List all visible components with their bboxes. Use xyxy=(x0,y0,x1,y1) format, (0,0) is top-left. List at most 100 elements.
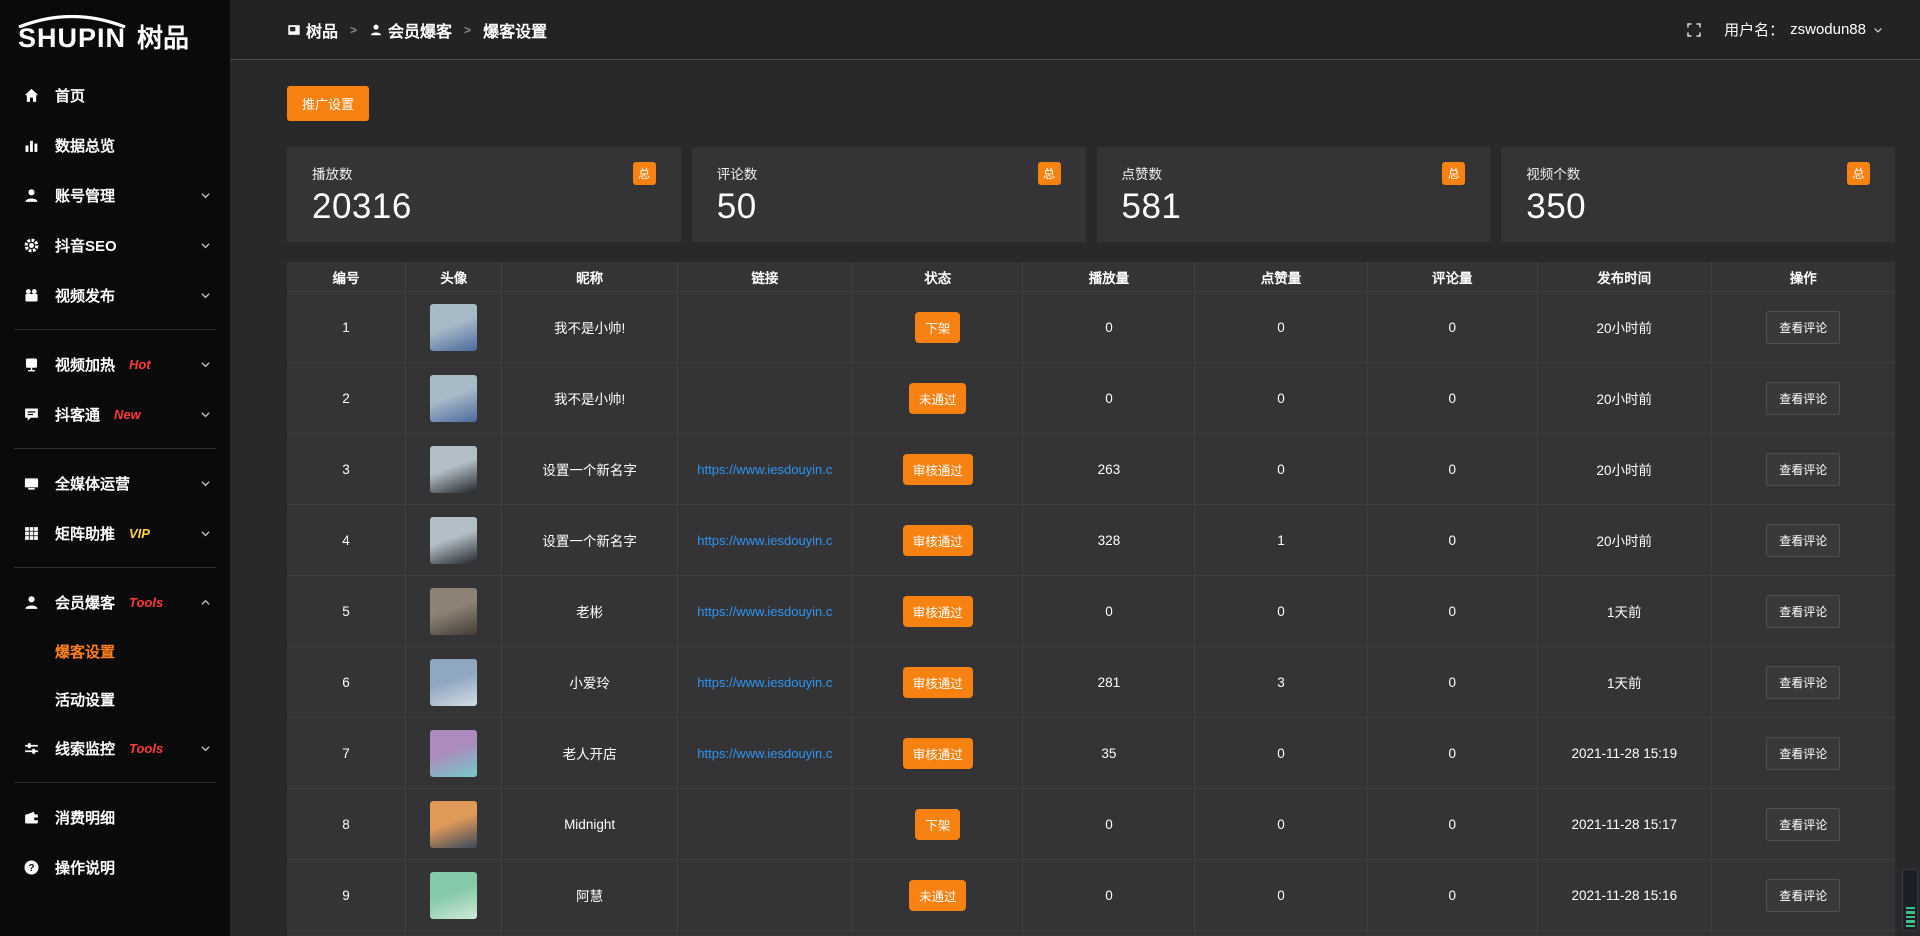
avatar xyxy=(430,304,477,351)
user-menu[interactable]: 用户名： zswodun88 xyxy=(1724,19,1884,40)
view-comments-button[interactable]: 查看评论 xyxy=(1766,879,1840,912)
view-comments-button[interactable]: 查看评论 xyxy=(1766,453,1840,486)
sidebar-item-label: 操作说明 xyxy=(55,857,115,878)
table-row: 8Midnight下架0002021-11-28 15:17查看评论 xyxy=(287,789,1895,860)
video-link[interactable]: https://www.iesdouyin.c xyxy=(697,675,832,690)
comment-count: 0 xyxy=(1368,576,1538,646)
video-link[interactable]: https://www.iesdouyin.c xyxy=(697,604,832,619)
stat-card: 视频个数总350 xyxy=(1501,147,1895,242)
status-badge[interactable]: 审核通过 xyxy=(903,525,973,556)
app-window: SHUPIN 树品 首页数据总览账号管理抖音SEO 视频发布视频加热Hot抖客通N… xyxy=(0,0,1920,936)
sidebar-item-label: 抖音SEO xyxy=(55,235,117,256)
action-cell: 查看评论 xyxy=(1712,434,1895,504)
view-comments-button[interactable]: 查看评论 xyxy=(1766,666,1840,699)
sidebar-item[interactable]: 抖客通New xyxy=(0,389,230,439)
sidebar-item[interactable]: 消费明细 xyxy=(0,792,230,842)
promotion-settings-button[interactable]: 推广设置 xyxy=(287,86,369,121)
status-badge[interactable]: 下架 xyxy=(915,312,960,343)
nickname: 老人开店 xyxy=(502,718,677,788)
table-row: 2我不是小帅!未通过00020小时前查看评论 xyxy=(287,363,1895,434)
stat-card-value: 50 xyxy=(717,188,1061,227)
status-badge[interactable]: 审核通过 xyxy=(903,596,973,627)
sidebar-divider xyxy=(14,448,216,449)
row-id: 4 xyxy=(287,505,406,575)
nickname: Midnight xyxy=(502,789,677,859)
sidebar-subitem[interactable]: 爆客设置 xyxy=(0,627,230,675)
help-icon: ? xyxy=(22,858,40,876)
sidebar-item-tag: Tools xyxy=(129,741,163,756)
view-comments-button[interactable]: 查看评论 xyxy=(1766,524,1840,557)
table-header-row: 编号头像昵称链接状态播放量点赞量评论量发布时间操作 xyxy=(287,262,1895,292)
sidebar-item[interactable]: 首页 xyxy=(0,70,230,120)
sidebar-item-label: 会员爆客 xyxy=(55,592,115,613)
topbar-right: 用户名： zswodun88 xyxy=(1686,19,1884,40)
status-cell: 下架 xyxy=(853,292,1023,362)
sidebar-item[interactable]: 数据总览 xyxy=(0,120,230,170)
comment-count: 0 xyxy=(1368,718,1538,788)
status-badge[interactable]: 审核通过 xyxy=(903,454,973,485)
content-area: 推广设置 播放数总20316评论数总50点赞数总581视频个数总350 编号头像… xyxy=(230,60,1920,936)
link-cell: https://www.iesdouyin.c xyxy=(678,718,853,788)
chevron-down-icon xyxy=(199,408,212,421)
link-cell xyxy=(678,292,853,362)
status-badge[interactable]: 下架 xyxy=(915,809,960,840)
stat-card-value: 20316 xyxy=(312,188,656,227)
brand-name-en: SHUPIN xyxy=(18,25,126,52)
avatar-cell xyxy=(406,292,502,362)
publish-time: 2021-11-28 15:17 xyxy=(1538,789,1712,859)
status-badge[interactable]: 未通过 xyxy=(909,383,967,414)
breadcrumb-item-member[interactable]: 会员爆客 xyxy=(369,18,452,42)
video-link[interactable]: https://www.iesdouyin.c xyxy=(697,533,832,548)
cell xyxy=(853,931,1023,936)
cell xyxy=(1195,931,1367,936)
avatar xyxy=(430,872,477,919)
sidebar-item-label: 账号管理 xyxy=(55,185,115,206)
view-comments-button[interactable]: 查看评论 xyxy=(1766,808,1840,841)
status-badge[interactable]: 审核通过 xyxy=(903,738,973,769)
sidebar-item[interactable]: 全媒体运营 xyxy=(0,458,230,508)
link-cell: https://www.iesdouyin.c xyxy=(678,647,853,717)
member-icon xyxy=(22,593,40,611)
sidebar-item-tag: Tools xyxy=(129,595,163,610)
sidebar-item[interactable]: 线索监控Tools xyxy=(0,723,230,773)
sidebar-item[interactable]: 账号管理 xyxy=(0,170,230,220)
brand-logo: SHUPIN 树品 xyxy=(0,0,230,60)
sidebar-item[interactable]: ? 操作说明 xyxy=(0,842,230,892)
chevron-up-icon xyxy=(199,596,212,609)
breadcrumb-item-app[interactable]: 树品 xyxy=(287,18,338,42)
sidebar-item[interactable]: 矩阵助推VIP xyxy=(0,508,230,558)
view-comments-button[interactable]: 查看评论 xyxy=(1766,382,1840,415)
sidebar-item[interactable]: 抖音SEO xyxy=(0,220,230,270)
total-badge: 总 xyxy=(633,162,656,185)
video-link[interactable]: https://www.iesdouyin.c xyxy=(697,462,832,477)
sidebar-item[interactable]: 视频加热Hot xyxy=(0,339,230,389)
column-header: 编号 xyxy=(287,262,406,291)
chevron-down-icon xyxy=(199,289,212,302)
status-badge[interactable]: 未通过 xyxy=(909,880,967,911)
sidebar-subitem[interactable]: 活动设置 xyxy=(0,675,230,723)
play-count: 0 xyxy=(1023,363,1195,433)
nickname: 我不是小帅! xyxy=(502,363,677,433)
stat-cards-row: 播放数总20316评论数总50点赞数总581视频个数总350 xyxy=(287,147,1895,242)
user-icon xyxy=(369,23,383,37)
sidebar-item[interactable]: 会员爆客 Tools xyxy=(0,577,230,627)
view-comments-button[interactable]: 查看评论 xyxy=(1766,737,1840,770)
video-link[interactable]: https://www.iesdouyin.c xyxy=(697,746,832,761)
link-cell xyxy=(678,860,853,930)
status-badge[interactable]: 审核通过 xyxy=(903,667,973,698)
column-header: 状态 xyxy=(853,262,1023,291)
column-header: 昵称 xyxy=(502,262,677,291)
heat-icon xyxy=(22,355,40,373)
view-comments-button[interactable]: 查看评论 xyxy=(1766,595,1840,628)
sidebar-item[interactable]: 视频发布 xyxy=(0,270,230,320)
total-badge: 总 xyxy=(1847,162,1870,185)
play-count: 35 xyxy=(1023,718,1195,788)
row-id: 6 xyxy=(287,647,406,717)
fullscreen-icon[interactable] xyxy=(1686,22,1702,38)
username-label: 用户名： xyxy=(1724,19,1784,40)
avatar-cell xyxy=(406,789,502,859)
stat-card-value: 350 xyxy=(1526,188,1870,227)
view-comments-button[interactable]: 查看评论 xyxy=(1766,311,1840,344)
play-count: 0 xyxy=(1023,292,1195,362)
nickname: 设置一个新名字 xyxy=(502,505,677,575)
